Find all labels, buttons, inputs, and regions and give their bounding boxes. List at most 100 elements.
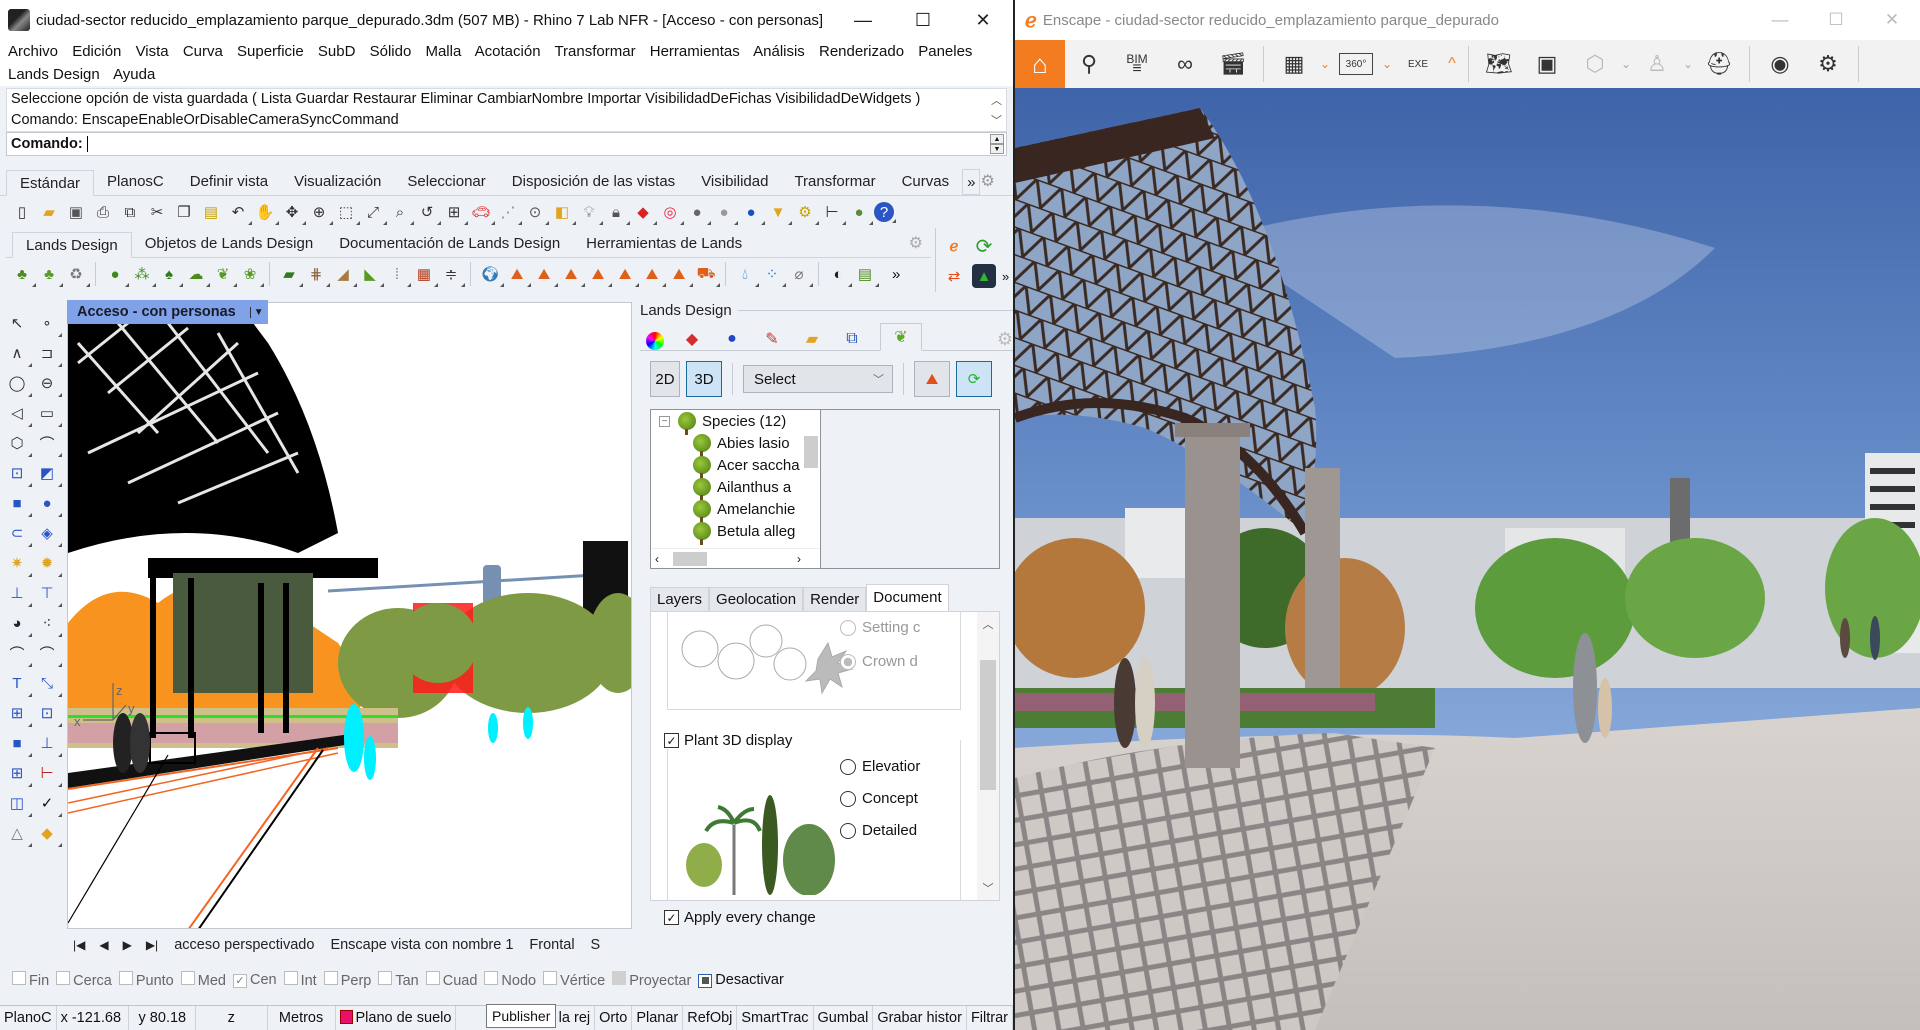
bim-icon[interactable]: BIM ≡ xyxy=(1113,40,1161,88)
plant-group-icon[interactable]: ♣ xyxy=(37,262,63,287)
tabs-overflow-button[interactable]: » xyxy=(962,169,981,195)
chevron-down-icon[interactable]: ⌄ xyxy=(1380,57,1394,71)
shrub-icon[interactable]: ☁ xyxy=(184,262,210,287)
checkbox[interactable] xyxy=(698,973,713,988)
zoom-dynamic-icon[interactable]: ⊕ xyxy=(307,200,333,225)
checkbox[interactable] xyxy=(378,971,393,985)
perspective-viewport[interactable]: z x y xyxy=(67,302,632,929)
menu-archivo[interactable]: Archivo xyxy=(8,43,58,60)
menu-ayuda[interactable]: Ayuda xyxy=(113,66,155,83)
scale-icon[interactable]: ⤡ xyxy=(34,670,62,697)
current-layer[interactable]: Plano de suelo xyxy=(336,1006,457,1030)
checkbox[interactable] xyxy=(283,971,298,985)
sync-button[interactable]: ⟳ xyxy=(956,361,992,397)
cut-icon[interactable]: ✂ xyxy=(145,200,169,224)
tab-document[interactable]: Document xyxy=(866,584,949,611)
prev-view-icon[interactable]: ◀ xyxy=(99,938,108,952)
checkbox[interactable]: ✓ xyxy=(232,973,247,988)
osnap-nodo[interactable]: Nodo xyxy=(484,971,536,989)
checkbox[interactable] xyxy=(425,971,440,985)
array-icon[interactable]: ⊞ xyxy=(4,700,32,727)
curve-offset-icon[interactable]: ⌒ xyxy=(4,640,32,667)
osnap-cerca[interactable]: Cerca xyxy=(56,971,112,989)
mesh-icon[interactable]: △ xyxy=(4,820,32,847)
options-icon[interactable]: ▼ xyxy=(766,200,792,225)
osnap-proyectar[interactable]: Proyectar xyxy=(612,971,691,989)
boolean-icon[interactable]: ✷ xyxy=(4,550,32,577)
arc-icon[interactable]: ◁ xyxy=(4,400,32,427)
visual-settings-icon[interactable]: ◉ xyxy=(1756,40,1804,88)
list-item[interactable]: Amelanchie xyxy=(651,498,820,523)
species-tree[interactable]: − Species (12) Abies lasio Acer saccha A… xyxy=(651,410,821,568)
plant3d-checkbox[interactable]: ✓ Plant 3D display xyxy=(664,732,797,749)
properties-icon[interactable]: ⊙ xyxy=(523,200,549,225)
tab-geolocation[interactable]: Geolocation xyxy=(709,587,804,611)
extrude-icon[interactable]: ⊂ xyxy=(4,520,32,547)
lands-tree-icon[interactable]: ▲ xyxy=(972,264,996,288)
history-scrollbar[interactable]: ︿ ﹀ xyxy=(991,91,1002,131)
cplane-status[interactable]: PlanoC xyxy=(0,1006,57,1030)
menu-analisis[interactable]: Análisis xyxy=(753,43,805,60)
named-view-tab[interactable]: Frontal xyxy=(529,937,574,953)
apply-every-change-checkbox[interactable]: ✓ Apply every change xyxy=(664,909,816,926)
tab-layers[interactable]: Layers xyxy=(650,587,710,611)
binoculars-icon[interactable]: ∞ xyxy=(1161,40,1209,88)
save-icon[interactable]: ▣ xyxy=(64,200,88,224)
enscape-maximize-button[interactable]: ☐ xyxy=(1808,10,1864,30)
layers-icon[interactable]: ◆ xyxy=(680,328,704,350)
tab-planosc[interactable]: PlanosC xyxy=(94,169,177,195)
close-button[interactable]: ✕ xyxy=(953,0,1013,40)
plant-replace-icon[interactable]: ♻ xyxy=(64,262,90,287)
terrain-3-icon[interactable]: ⛰ xyxy=(559,262,585,287)
tab-objetos-lands[interactable]: Objetos de Lands Design xyxy=(132,231,326,257)
export-exe-icon[interactable]: EXE xyxy=(1394,40,1442,88)
print-icon[interactable]: ⎙ xyxy=(91,200,115,224)
sync-icon[interactable]: ⟳ xyxy=(972,234,996,258)
lock-icon[interactable]: 🔒︎ xyxy=(604,200,630,225)
terrain-1-icon[interactable]: ⛰ xyxy=(505,262,531,287)
plants-icon[interactable]: ❦ xyxy=(880,323,922,351)
asset-library-icon[interactable]: ▣ xyxy=(1523,40,1571,88)
camera-sync-icon[interactable]: ⇄ xyxy=(942,264,966,288)
checkbox[interactable] xyxy=(118,971,133,985)
light-icon[interactable]: 💡︎ xyxy=(577,200,603,225)
enscape-icon[interactable]: ℯ xyxy=(942,234,966,258)
osnap-punto[interactable]: Punto xyxy=(118,971,174,989)
render-sphere-icon[interactable]: ● xyxy=(847,200,873,225)
point-icon[interactable]: ∘ xyxy=(34,310,62,337)
osnap-tan[interactable]: Tan xyxy=(378,971,419,989)
mode-3d-button[interactable]: 3D xyxy=(686,361,722,397)
radio-elevation[interactable]: Elevatior xyxy=(840,758,920,775)
help-icon[interactable]: ? xyxy=(874,202,896,223)
species-root[interactable]: − Species (12) xyxy=(651,410,820,435)
polyline-icon[interactable]: ∧ xyxy=(4,340,32,367)
ortho-toggle[interactable]: Orto xyxy=(595,1006,633,1030)
collapse-icon[interactable]: ^ xyxy=(1442,55,1462,73)
home-icon[interactable]: ⌂ xyxy=(1015,40,1065,88)
ellipse-icon[interactable]: ⊖ xyxy=(34,370,62,397)
next-view-icon[interactable]: ▶ xyxy=(123,938,132,952)
check-icon[interactable]: ✓ xyxy=(34,790,62,817)
zoom-window-icon[interactable]: ⬚ xyxy=(334,200,360,225)
tab-render[interactable]: Render xyxy=(803,587,867,611)
gear-settings-icon[interactable]: ⚙ xyxy=(793,200,819,225)
enscape-close-button[interactable]: ✕ xyxy=(1864,10,1920,30)
maximize-button[interactable]: ☐ xyxy=(893,0,953,40)
mode-2d-button[interactable]: 2D xyxy=(650,361,680,397)
split-icon[interactable]: ⊤ xyxy=(34,580,62,607)
menu-renderizado[interactable]: Renderizado xyxy=(819,43,904,60)
rotate-view-icon[interactable]: ✥ xyxy=(280,200,306,225)
osnap-int[interactable]: Int xyxy=(283,971,317,989)
material-cube-icon[interactable]: ⬡ xyxy=(1571,40,1619,88)
open-icon[interactable]: ▰ xyxy=(37,200,61,224)
units-status[interactable]: Metros xyxy=(268,1006,336,1030)
chevron-down-icon[interactable]: ⌄ xyxy=(1681,57,1695,71)
rectangle-icon[interactable]: ▭ xyxy=(34,400,62,427)
planar-toggle[interactable]: Planar xyxy=(632,1006,684,1030)
explode-icon[interactable]: ✹ xyxy=(34,550,62,577)
pen-icon[interactable]: ✎ xyxy=(760,328,784,350)
terrain-adjust-button[interactable]: ⛰ xyxy=(914,361,950,397)
truck-icon[interactable]: ⛟ xyxy=(694,262,720,287)
menu-solido[interactable]: Sólido xyxy=(370,43,412,60)
sphere-gray-icon[interactable]: ● xyxy=(685,200,711,225)
